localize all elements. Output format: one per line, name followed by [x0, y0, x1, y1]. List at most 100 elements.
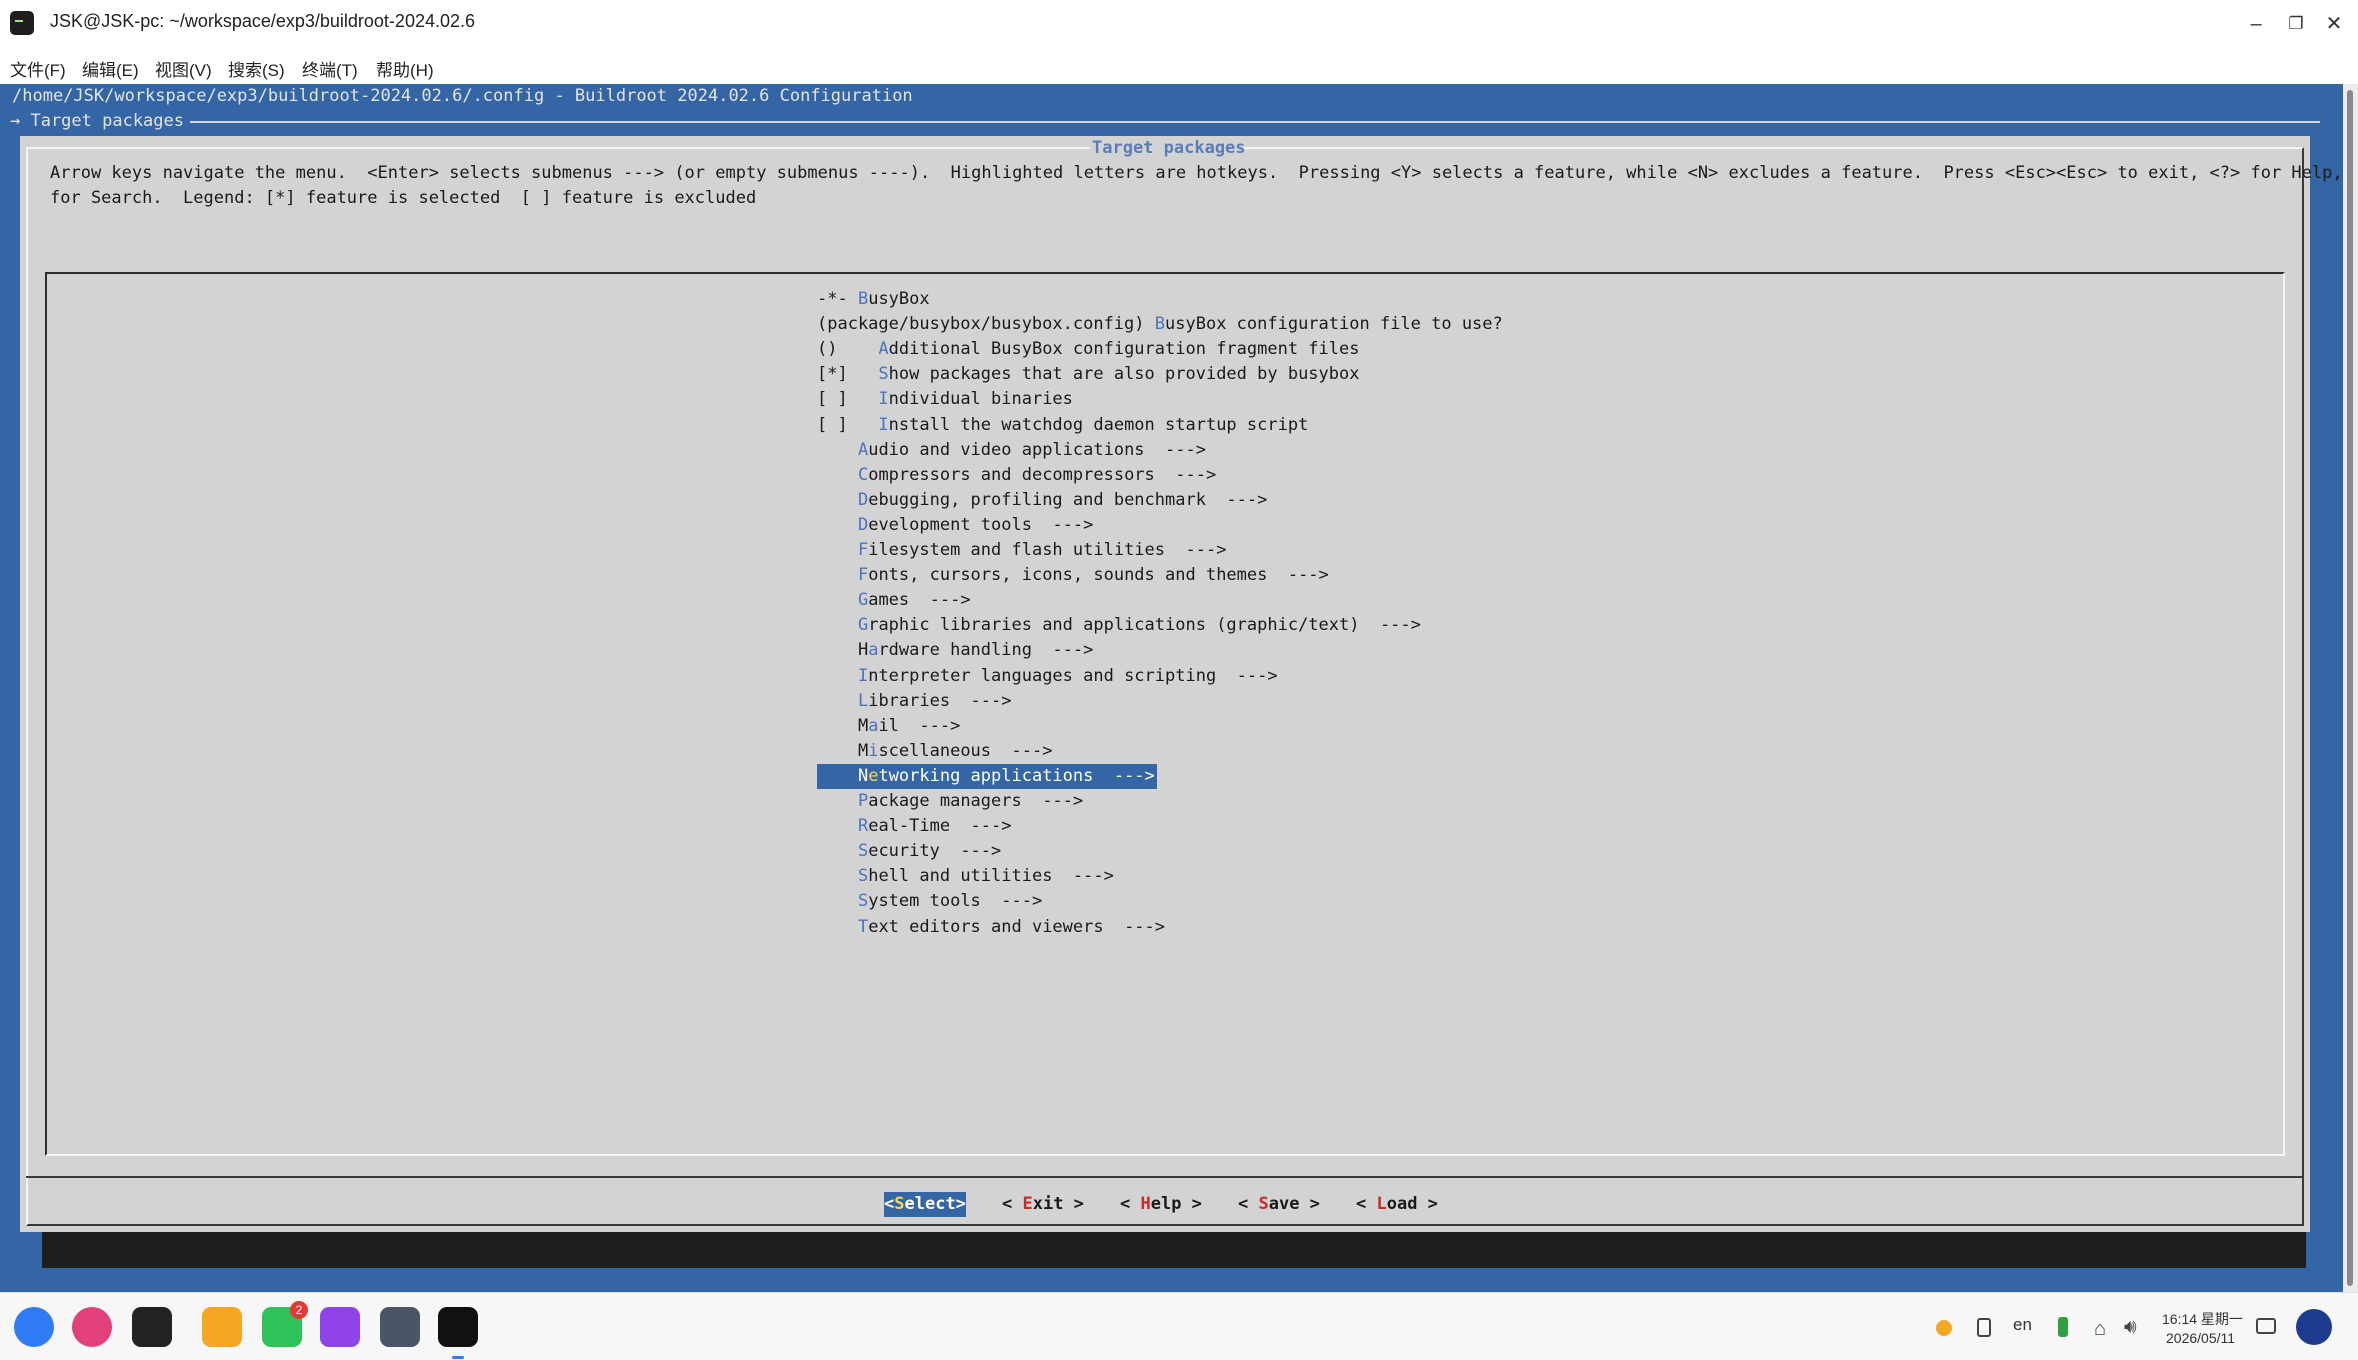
help-hk: H — [1140, 1194, 1151, 1214]
menu-item-hotkey: S — [878, 364, 889, 385]
menu-item-hotkey: D — [857, 514, 869, 535]
clipboard-icon[interactable] — [1977, 1318, 1991, 1337]
menu-item-label: raphic libraries and applications (graph… — [868, 615, 1421, 636]
menu-view[interactable]: 视图(V) — [155, 56, 212, 81]
menu-item[interactable]: System tools ---> — [817, 889, 1042, 914]
menu-item[interactable]: Games ---> — [817, 588, 971, 613]
menu-item-hotkey: I — [857, 665, 869, 686]
exit-pre: < — [1002, 1194, 1023, 1214]
battery-icon[interactable] — [2058, 1317, 2068, 1337]
menu-terminal[interactable]: 终端(T) — [302, 56, 358, 81]
notification-dot-icon[interactable] — [1936, 1320, 1952, 1336]
menu-item[interactable]: Development tools ---> — [817, 513, 1093, 538]
menu-edit[interactable]: 编辑(E) — [82, 56, 139, 81]
menu-search[interactable]: 搜索(S) — [228, 56, 285, 81]
menu-item-label: ackage managers ---> — [868, 791, 1084, 811]
menu-item-prefix — [817, 465, 858, 485]
camera-icon[interactable] — [320, 1307, 360, 1347]
menu-file[interactable]: 文件(F) — [10, 56, 66, 81]
menu-item[interactable]: Real-Time ---> — [817, 814, 1012, 839]
menu-item[interactable]: Libraries ---> — [817, 689, 1012, 714]
network-icon[interactable]: ⌂ — [2094, 1318, 2106, 1341]
clock-time[interactable]: 16:14 星期一 — [2162, 1309, 2243, 1329]
menu-item-label: il ---> — [878, 715, 961, 736]
close-button[interactable]: ✕ — [2316, 6, 2352, 42]
launcher-icon[interactable] — [14, 1307, 54, 1347]
dialog-title: Target packages — [1092, 138, 1246, 158]
gear-icon[interactable] — [380, 1307, 420, 1347]
menu-item-label: nterpreter languages and scripting ---> — [868, 665, 1278, 686]
window-titlebar[interactable]: JSK@JSK-pc: ~/workspace/exp3/buildroot-2… — [0, 0, 2358, 48]
menu-item[interactable]: [ ] Individual binaries — [817, 387, 1073, 412]
menu-item[interactable]: (package/busybox/busybox.config) BusyBox… — [817, 312, 1503, 337]
button-separator — [26, 1176, 2304, 1178]
load-button[interactable]: < Load > — [1356, 1192, 1438, 1217]
menu-item-prefix — [817, 565, 858, 585]
save-hk: S — [1258, 1194, 1269, 1214]
notification-center-icon[interactable] — [2256, 1318, 2276, 1334]
save-rest: ave > — [1268, 1194, 1320, 1214]
menu-list-box — [45, 272, 2285, 1156]
search-icon[interactable] — [72, 1307, 112, 1347]
input-language[interactable]: en — [2013, 1315, 2032, 1335]
menu-item-label: hell and utilities ---> — [868, 866, 1114, 887]
menu-item-label: onts, cursors, icons, sounds and themes … — [868, 565, 1329, 586]
menu-item-hotkey: S — [857, 891, 869, 912]
menu-item[interactable]: Security ---> — [817, 839, 1001, 864]
menu-item-hotkey: F — [857, 565, 869, 586]
clock-date[interactable]: 2026/05/11 — [2166, 1330, 2235, 1346]
help-rest: elp > — [1150, 1194, 1202, 1214]
multitask-view-icon[interactable] — [132, 1307, 172, 1347]
menu-item[interactable]: Package managers ---> — [817, 789, 1083, 814]
menu-item[interactable]: Graphic libraries and applications (grap… — [817, 613, 1421, 638]
menu-item[interactable]: () Additional BusyBox configuration frag… — [817, 337, 1359, 362]
minimize-button[interactable]: – — [2238, 6, 2274, 42]
breadcrumb: → Target packages — [10, 111, 184, 131]
menu-item[interactable]: Networking applications ---> — [817, 763, 1157, 789]
help-button[interactable]: < Help > — [1120, 1192, 1202, 1217]
assistant-avatar-icon[interactable] — [2296, 1309, 2332, 1345]
help-text-line-2: for Search. Legend: [*] feature is selec… — [50, 188, 757, 208]
menu-item[interactable]: Shell and utilities ---> — [817, 864, 1114, 889]
menu-item-hotkey: R — [857, 816, 869, 837]
menu-item-prefix — [817, 841, 858, 861]
menu-item-hotkey: G — [857, 615, 869, 636]
menu-item[interactable]: Debugging, profiling and benchmark ---> — [817, 488, 1267, 513]
menu-item-prefix — [817, 666, 858, 686]
terminal-icon[interactable] — [438, 1307, 478, 1359]
exit-button[interactable]: < Exit > — [1002, 1192, 1084, 1217]
menu-item[interactable]: Miscellaneous ---> — [817, 739, 1053, 764]
menu-item-hotkey: a — [868, 640, 879, 661]
folder-icon[interactable] — [202, 1307, 242, 1347]
menu-item[interactable]: Hardware handling ---> — [817, 638, 1093, 663]
volume-icon[interactable]: 🔊︎ — [2124, 1316, 2137, 1339]
menu-item[interactable]: Fonts, cursors, icons, sounds and themes… — [817, 563, 1329, 588]
menu-help[interactable]: 帮助(H) — [376, 56, 434, 81]
save-button[interactable]: < Save > — [1238, 1192, 1320, 1217]
menu-item-hotkey: i — [868, 740, 879, 761]
menu-item-hotkey: F — [857, 540, 869, 560]
breadcrumb-rule — [190, 121, 2320, 123]
menu-item[interactable]: [ ] Install the watchdog daemon startup … — [817, 413, 1308, 438]
restore-button[interactable]: ❐ — [2278, 6, 2314, 42]
terminal-area[interactable]: /home/JSK/workspace/exp3/buildroot-2024.… — [0, 84, 2343, 1292]
scrollbar-thumb[interactable] — [2347, 90, 2353, 1286]
menu-item[interactable]: Interpreter languages and scripting ---> — [817, 664, 1278, 689]
menu-item[interactable]: Audio and video applications ---> — [817, 438, 1206, 463]
menu-item-label: nstall the watchdog daemon startup scrip… — [888, 414, 1309, 435]
menu-item[interactable]: Compressors and decompressors ---> — [817, 463, 1216, 488]
menu-item[interactable]: -*- BusyBox — [817, 287, 930, 312]
menu-item-prefix: M — [817, 740, 869, 761]
menu-item[interactable]: Text editors and viewers ---> — [817, 915, 1165, 940]
menu-item-hotkey: I — [878, 389, 889, 410]
exit-rest: xit > — [1032, 1194, 1084, 1214]
chat-icon[interactable]: 2 — [262, 1301, 308, 1347]
menu-item-label: ilesystem and flash utilities ---> — [868, 540, 1227, 560]
select-button[interactable]: <Select> — [884, 1192, 966, 1217]
menu-item-prefix — [817, 917, 858, 937]
taskbar: 2 en ⌂ 🔊︎ 16:14 星期一 2026/05/11 — [0, 1292, 2358, 1360]
menu-item-label: usyBox configuration file to use? — [1165, 314, 1503, 335]
menu-item[interactable]: Mail ---> — [817, 714, 960, 739]
menu-item[interactable]: Filesystem and flash utilities ---> — [817, 538, 1226, 563]
menu-item[interactable]: [*] Show packages that are also provided… — [817, 362, 1359, 387]
